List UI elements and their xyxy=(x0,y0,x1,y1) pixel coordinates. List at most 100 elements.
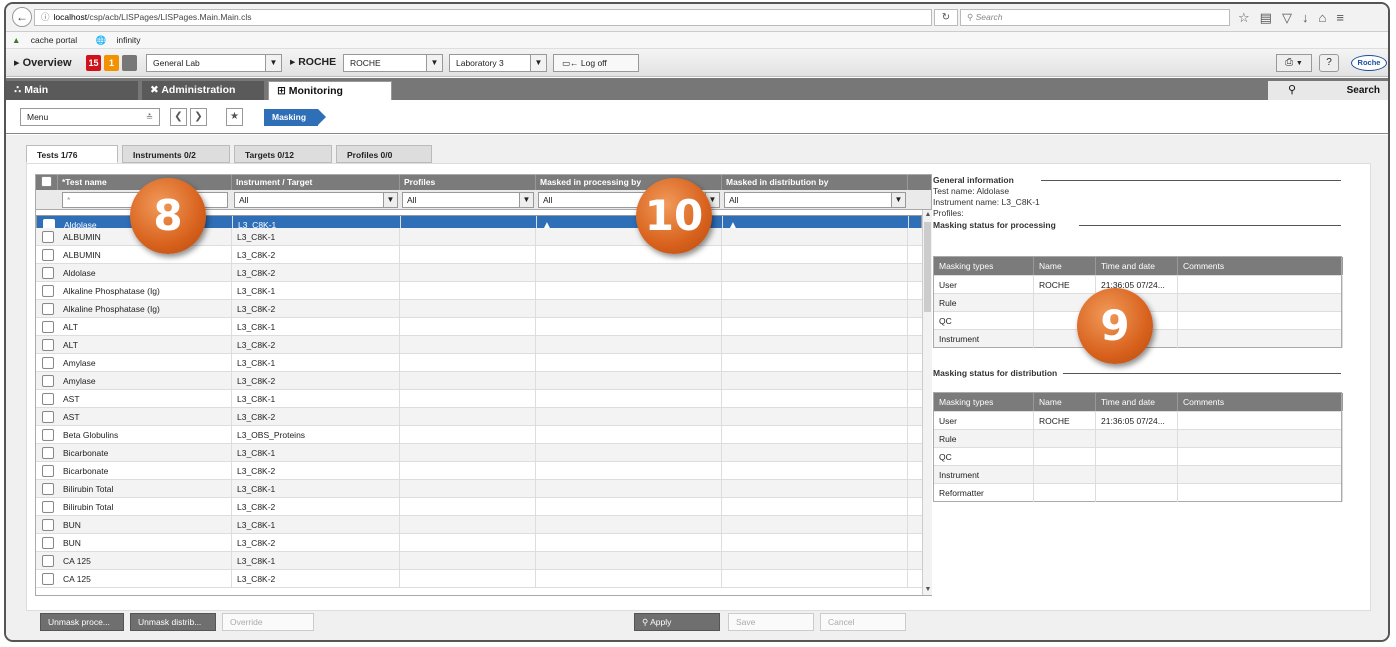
test-name-cell: CA 125 xyxy=(58,552,232,570)
breadcrumb-masking[interactable]: Masking xyxy=(264,109,327,126)
table-row[interactable]: AST L3_C8K-2 xyxy=(36,408,922,426)
row-checkbox[interactable] xyxy=(42,303,54,315)
table-row[interactable]: Bilirubin Total L3_C8K-2 xyxy=(36,498,922,516)
masked-processing-cell xyxy=(536,246,722,264)
col-masked-distribution[interactable]: Masked in distribution by xyxy=(722,175,908,190)
override-button[interactable]: Override xyxy=(222,613,314,631)
table-row[interactable]: CA 125 L3_C8K-2 xyxy=(36,570,922,588)
table-row[interactable]: Aldolase L3_C8K-2 xyxy=(36,264,922,282)
menu-select[interactable]: Menu ≛ xyxy=(20,108,160,126)
test-name-cell: Alkaline Phosphatase (Ig) xyxy=(58,300,232,318)
logoff-button[interactable]: ▭← Log off xyxy=(553,54,639,72)
row-checkbox[interactable] xyxy=(42,447,54,459)
row-checkbox[interactable] xyxy=(42,483,54,495)
profiles-cell xyxy=(400,516,536,534)
table-row[interactable]: AST L3_C8K-1 xyxy=(36,390,922,408)
table-row[interactable]: BUN L3_C8K-1 xyxy=(36,516,922,534)
reload-icon[interactable]: ↻ xyxy=(934,9,958,26)
row-checkbox[interactable] xyxy=(42,285,54,297)
tab-monitoring[interactable]: ⊞ Monitoring xyxy=(268,81,392,100)
row-checkbox[interactable] xyxy=(42,375,54,387)
table-row[interactable]: Bicarbonate L3_C8K-1 xyxy=(36,444,922,462)
select-all-checkbox[interactable] xyxy=(41,176,52,187)
row-checkbox[interactable] xyxy=(42,321,54,333)
reading-list-icon[interactable]: ▤ xyxy=(1260,9,1272,26)
row-checkbox[interactable] xyxy=(42,393,54,405)
table-row[interactable]: Alkaline Phosphatase (Ig) L3_C8K-2 xyxy=(36,300,922,318)
lab-select[interactable]: General Lab ▼ xyxy=(146,54,282,72)
row-checkbox[interactable] xyxy=(42,339,54,351)
subtab-instruments[interactable]: Instruments 0/2 xyxy=(122,145,230,163)
overview-link[interactable]: ▸ Overview xyxy=(14,56,72,69)
row-checkbox[interactable] xyxy=(42,231,54,243)
alert-badge-grey[interactable] xyxy=(122,55,137,71)
row-checkbox[interactable] xyxy=(42,519,54,531)
hamburger-menu-icon[interactable]: ≡ xyxy=(1336,9,1344,26)
nav-back-button[interactable]: ❮ xyxy=(170,108,187,126)
table-row[interactable]: ALT L3_C8K-2 xyxy=(36,336,922,354)
table-row[interactable]: Bicarbonate L3_C8K-2 xyxy=(36,462,922,480)
subtab-profiles[interactable]: Profiles 0/0 xyxy=(336,145,432,163)
table-row[interactable]: ALT L3_C8K-1 xyxy=(36,318,922,336)
bookmark-cache-portal[interactable]: ▲ cache portal xyxy=(12,35,85,45)
cancel-button[interactable]: Cancel xyxy=(820,613,906,631)
scroll-down-icon[interactable]: ▼ xyxy=(923,585,933,595)
tab-search[interactable]: ⚲ Search xyxy=(1268,81,1388,100)
scroll-thumb[interactable] xyxy=(924,222,931,312)
browser-search-input[interactable]: ⚲ Search xyxy=(960,9,1230,26)
table-header: Masking types Name Time and date Comments xyxy=(934,393,1343,411)
row-checkbox[interactable] xyxy=(42,249,54,261)
filter-profiles[interactable]: All ▼ xyxy=(402,192,534,208)
table-row[interactable]: Alkaline Phosphatase (Ig) L3_C8K-1 xyxy=(36,282,922,300)
unmask-distribution-button[interactable]: Unmask distrib... xyxy=(130,613,216,631)
user-select[interactable]: ROCHE ▼ xyxy=(343,54,443,72)
nav-forward-button[interactable]: ❯ xyxy=(190,108,207,126)
grid-scrollbar[interactable]: ▲ ▼ xyxy=(922,210,932,595)
tab-main[interactable]: ∴ Main xyxy=(6,81,138,100)
masked-processing-cell xyxy=(536,498,722,516)
tab-administration[interactable]: ✖ Administration xyxy=(142,81,264,100)
row-checkbox[interactable] xyxy=(42,267,54,279)
favorite-star-button[interactable]: ★ xyxy=(226,108,243,126)
download-icon[interactable]: ↓ xyxy=(1302,9,1309,26)
row-checkbox[interactable] xyxy=(42,555,54,567)
address-bar[interactable]: ⓘ localhost/csp/acb/LISPages/LISPages.Mai… xyxy=(34,9,932,26)
unmask-processing-button[interactable]: Unmask proce... xyxy=(40,613,124,631)
alert-badge-orange[interactable]: 1 xyxy=(104,55,119,71)
filter-masked-distribution[interactable]: All ▼ xyxy=(724,192,906,208)
masked-distribution-cell xyxy=(722,354,908,372)
row-checkbox[interactable] xyxy=(42,357,54,369)
star-icon[interactable]: ☆ xyxy=(1238,9,1250,26)
laboratory-select[interactable]: Laboratory 3 ▼ xyxy=(449,54,547,72)
alert-badge-red[interactable]: 15 xyxy=(86,55,101,71)
table-row[interactable]: CA 125 L3_C8K-1 xyxy=(36,552,922,570)
table-row[interactable]: Amylase L3_C8K-1 xyxy=(36,354,922,372)
home-icon[interactable]: ⌂ xyxy=(1318,9,1326,26)
subtab-tests[interactable]: Tests 1/76 xyxy=(26,145,118,163)
test-name-cell: Alkaline Phosphatase (Ig) xyxy=(58,282,232,300)
table-row[interactable]: Bilirubin Total L3_C8K-1 xyxy=(36,480,922,498)
row-checkbox[interactable] xyxy=(42,501,54,513)
table-row[interactable]: Beta Globulins L3_OBS_Proteins xyxy=(36,426,922,444)
col-instrument-target[interactable]: Instrument / Target xyxy=(232,175,400,190)
row-checkbox[interactable] xyxy=(42,465,54,477)
bookmark-infinity[interactable]: 🌐 infinity xyxy=(95,35,148,45)
col-profiles[interactable]: Profiles xyxy=(400,175,536,190)
row-checkbox[interactable] xyxy=(42,573,54,585)
help-icon[interactable]: ? xyxy=(1319,54,1339,72)
app-header: ▸ Overview 15 1 General Lab ▼ ▸ ROCHE ROC… xyxy=(6,49,1388,77)
row-checkbox[interactable] xyxy=(42,411,54,423)
save-button[interactable]: Save xyxy=(728,613,814,631)
subtab-targets[interactable]: Targets 0/12 xyxy=(234,145,332,163)
table-row[interactable]: Amylase L3_C8K-2 xyxy=(36,372,922,390)
pocket-icon[interactable]: ▽ xyxy=(1282,9,1292,26)
scroll-up-icon[interactable]: ▲ xyxy=(923,210,933,220)
print-button[interactable]: ⎙ ▼ xyxy=(1276,54,1312,72)
apply-button[interactable]: ⚲ Apply xyxy=(634,613,720,631)
back-arrow-icon[interactable]: ← xyxy=(12,7,32,27)
globe-icon: 🌐 xyxy=(95,35,107,45)
filter-instrument[interactable]: All ▼ xyxy=(234,192,398,208)
row-checkbox[interactable] xyxy=(42,537,54,549)
row-checkbox[interactable] xyxy=(42,429,54,441)
table-row[interactable]: BUN L3_C8K-2 xyxy=(36,534,922,552)
